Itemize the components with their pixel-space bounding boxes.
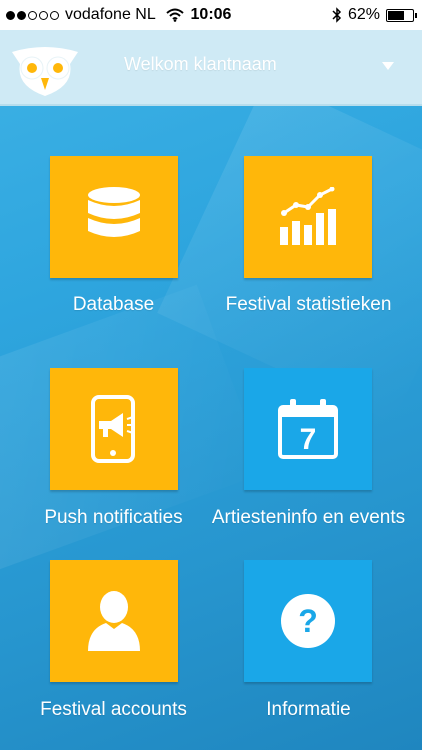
question-icon: ? <box>281 594 335 648</box>
battery-fill <box>388 10 405 20</box>
database-icon <box>88 187 140 237</box>
tile-label-database[interactable]: Database <box>8 294 219 316</box>
phone-megaphone-icon <box>91 395 135 463</box>
tile-label-statistics[interactable]: Festival statistieken <box>203 294 414 316</box>
information-tile-button[interactable]: ? <box>244 560 372 682</box>
app-header: Welkom klantnaam <box>0 30 422 106</box>
chevron-down-icon[interactable] <box>382 62 394 70</box>
tile-label-information[interactable]: Informatie <box>203 699 414 721</box>
calendar-day-number: 7 <box>300 423 317 456</box>
bar-chart-icon <box>280 187 336 245</box>
status-bar: vodafone NL 10:06 62% <box>0 0 422 30</box>
welcome-title[interactable]: Welkom klantnaam <box>124 54 277 75</box>
push-notifications-tile-button[interactable] <box>50 368 178 490</box>
festival-accounts-tile-button[interactable] <box>50 560 178 682</box>
tile-label-artist-info[interactable]: Artiesteninfo en events <box>203 507 414 529</box>
database-tile-button[interactable] <box>50 156 178 278</box>
statistics-tile-button[interactable] <box>244 156 372 278</box>
bluetooth-icon <box>332 7 342 23</box>
question-mark-glyph: ? <box>298 603 318 639</box>
user-icon <box>88 591 140 651</box>
battery-icon <box>386 8 417 22</box>
tile-label-push-notifications[interactable]: Push notificaties <box>8 507 219 529</box>
app-screen: vodafone NL 10:06 62% Welkom klantnaam D… <box>0 0 422 750</box>
tile-label-festival-accounts[interactable]: Festival accounts <box>8 699 219 721</box>
owl-logo-icon[interactable] <box>8 44 82 100</box>
status-bar-right: 62% <box>332 6 417 24</box>
battery-percent: 62% <box>347 6 380 23</box>
calendar-icon: 7 <box>278 399 338 459</box>
artist-info-tile-button[interactable]: 7 <box>244 368 372 490</box>
